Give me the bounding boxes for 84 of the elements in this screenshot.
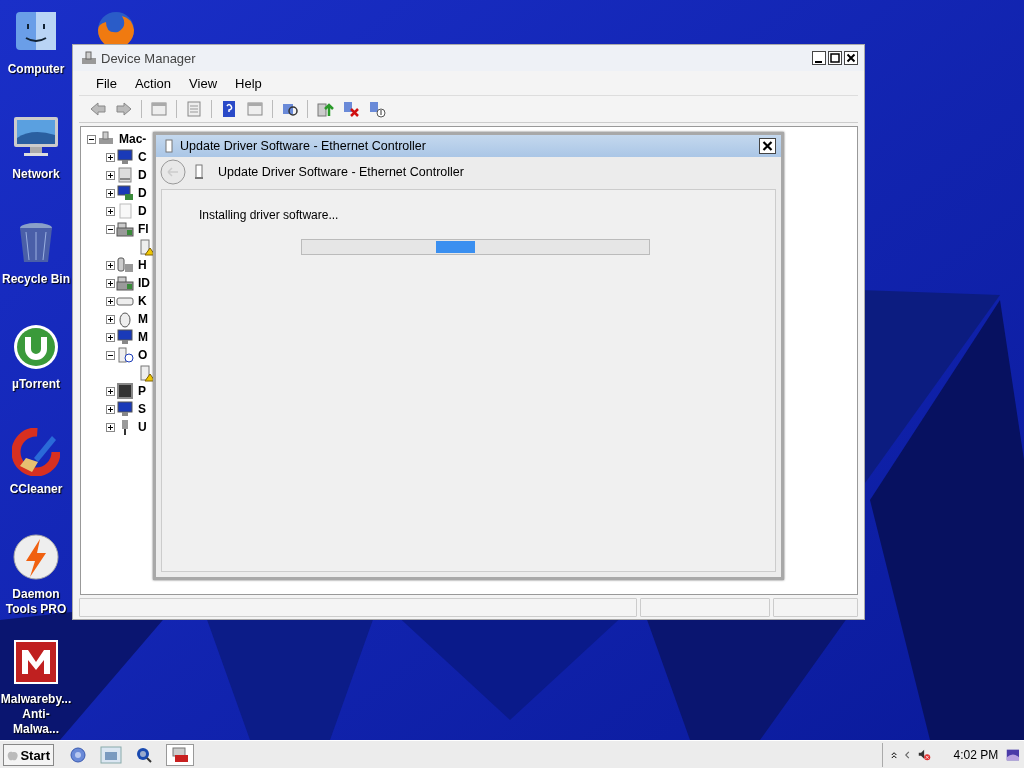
expand-toggle-icon[interactable] — [106, 152, 115, 162]
tree-item[interactable]: D — [138, 204, 147, 218]
expand-toggle-icon[interactable] — [106, 278, 115, 288]
expand-toggle-icon[interactable] — [106, 188, 115, 198]
monitor-icon — [116, 328, 134, 346]
forward-arrow-icon[interactable] — [115, 100, 133, 118]
expand-toggle-icon[interactable] — [106, 206, 115, 216]
expand-toggle-icon[interactable] — [106, 404, 115, 414]
maximize-button[interactable] — [828, 51, 842, 65]
device-manager-icon — [81, 50, 97, 66]
tree-item[interactable]: D — [138, 186, 147, 200]
back-arrow-icon[interactable] — [89, 100, 107, 118]
menu-item[interactable]: Action — [125, 75, 181, 91]
dialog-title: Update Driver Software - Ethernet Controller — [180, 139, 427, 153]
tree-item[interactable]: O — [138, 348, 148, 362]
expand-toggle-icon[interactable] — [106, 296, 115, 306]
device-icon — [194, 164, 204, 180]
close-button[interactable] — [844, 51, 858, 65]
desktop-preview-icon[interactable] — [1006, 747, 1020, 763]
icon-label[interactable]: Recycle Bin — [0, 272, 72, 287]
cleaner-icon[interactable] — [12, 428, 60, 476]
chevron-left-icon[interactable] — [905, 750, 910, 760]
tree-item[interactable]: M — [138, 312, 148, 326]
icon-label[interactable]: Malwareby... Anti-Malwa... — [0, 692, 72, 737]
icon-label[interactable]: µTorrent — [0, 377, 72, 392]
question-icon — [116, 346, 134, 364]
chevron-up-icon[interactable] — [891, 750, 898, 760]
logo-icon[interactable] — [12, 638, 60, 686]
tree-item[interactable]: H — [138, 258, 147, 272]
menu-item[interactable]: Help — [226, 75, 271, 91]
device-manager-icon — [171, 747, 189, 763]
collapse-toggle-icon[interactable] — [87, 134, 96, 144]
magnifier-icon[interactable] — [136, 747, 152, 763]
tree-item[interactable]: C — [138, 150, 147, 164]
monitor-icon — [116, 184, 134, 202]
expand-toggle-icon[interactable] — [106, 170, 115, 180]
collapse-toggle-icon[interactable] — [106, 224, 115, 234]
close-button[interactable] — [759, 138, 776, 154]
dialog-heading: Update Driver Software - Ethernet Controller — [218, 165, 464, 179]
menu-item[interactable]: File — [87, 75, 126, 91]
card-icon — [116, 220, 134, 238]
tree-item[interactable]: Fl — [138, 222, 149, 236]
icon-label[interactable]: Daemon Tools PRO — [0, 587, 72, 617]
help-icon[interactable] — [220, 100, 238, 118]
speaker-muted-icon[interactable] — [917, 747, 932, 763]
lightning-icon[interactable] — [12, 533, 60, 581]
taskbar-button[interactable] — [166, 744, 194, 766]
clock[interactable]: 4:02 PM — [953, 748, 999, 762]
icon-label[interactable]: CCleaner — [0, 482, 72, 497]
window-title: Device Manager — [101, 50, 197, 66]
tree-item[interactable]: Mac- — [119, 132, 147, 146]
menu-item[interactable]: View — [180, 75, 227, 91]
tree-item[interactable]: K — [138, 294, 147, 308]
expand-toggle-icon[interactable] — [106, 386, 115, 396]
card-icon — [116, 274, 134, 292]
expand-toggle-icon[interactable] — [106, 260, 115, 270]
monitor-icon — [116, 400, 134, 418]
expand-toggle-icon[interactable] — [106, 422, 115, 432]
tree-item[interactable]: M — [138, 330, 148, 344]
compass-icon[interactable] — [70, 747, 86, 763]
minimize-button[interactable] — [812, 51, 826, 65]
status-message: Installing driver software... — [199, 208, 340, 222]
start-button[interactable]: Start — [3, 744, 54, 766]
mouse-icon — [116, 310, 134, 328]
collapse-toggle-icon[interactable] — [106, 350, 115, 360]
chip-icon — [116, 382, 134, 400]
monitor-icon — [116, 148, 134, 166]
update-icon[interactable] — [316, 100, 334, 118]
device-icon — [116, 256, 134, 274]
icon-label[interactable]: Computer — [0, 62, 72, 77]
drive-icon — [116, 166, 134, 184]
expand-toggle-icon[interactable] — [106, 314, 115, 324]
install-icon[interactable] — [368, 100, 386, 118]
expand-toggle-icon[interactable] — [106, 332, 115, 342]
tree-item[interactable]: S — [138, 402, 146, 416]
device-icon — [164, 139, 174, 153]
tree-item[interactable]: P — [138, 384, 146, 398]
disable-icon[interactable] — [342, 100, 360, 118]
tree-item[interactable]: D — [138, 168, 147, 182]
icon-label[interactable]: Network — [0, 167, 72, 182]
torrent-icon[interactable] — [12, 323, 60, 371]
tree-item[interactable]: U — [138, 420, 147, 434]
tree-item[interactable]: ID — [138, 276, 150, 290]
device-icon — [116, 202, 134, 220]
